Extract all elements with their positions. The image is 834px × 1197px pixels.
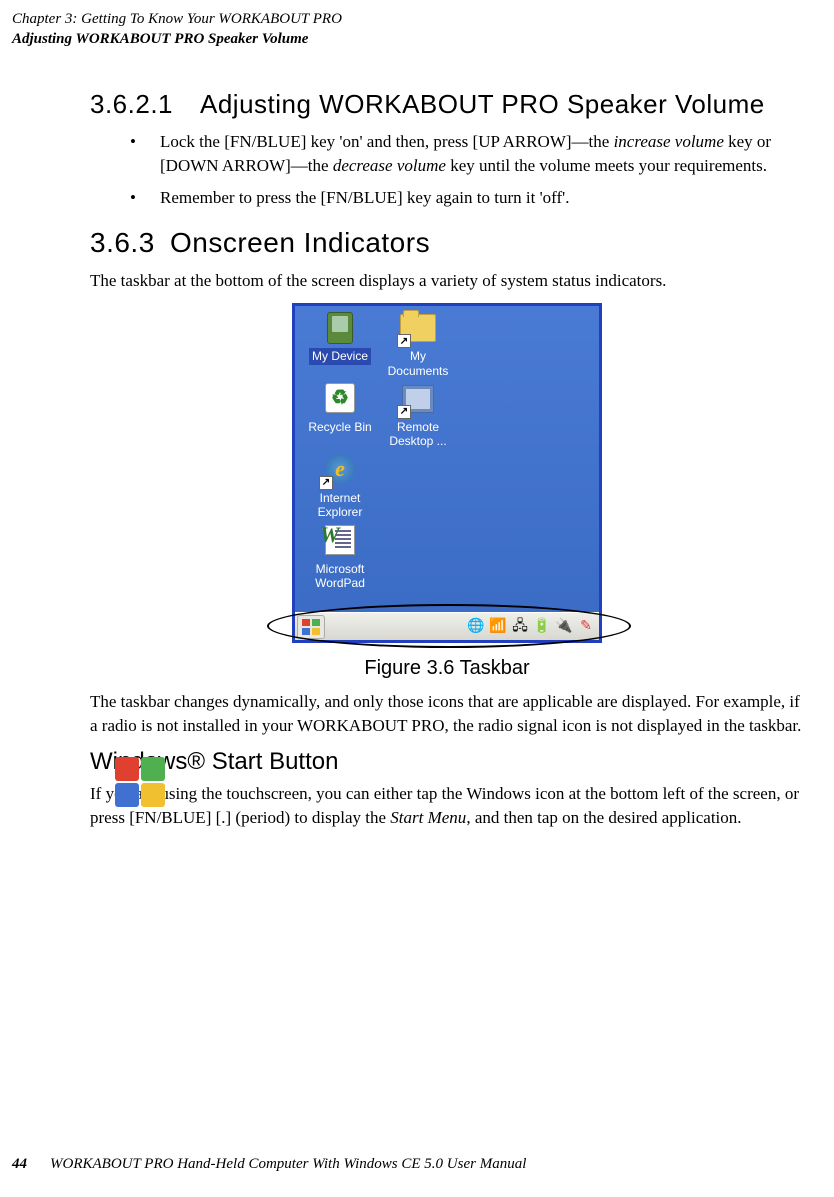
- bullet-item: • Remember to press the [FN/BLUE] key ag…: [130, 186, 804, 210]
- intro-paragraph: The taskbar at the bottom of the screen …: [90, 269, 804, 293]
- windows-flag-icon: [302, 619, 320, 635]
- page-header: Chapter 3: Getting To Know Your WORKABOU…: [0, 0, 834, 49]
- content-body: 3.6.2.1Adjusting WORKABOUT PRO Speaker V…: [0, 49, 834, 829]
- tray-radio-icon[interactable]: 📶: [489, 618, 507, 636]
- tray-plug-icon[interactable]: 🔌: [555, 618, 573, 636]
- footer-text: WORKABOUT PRO Hand-Held Computer With Wi…: [50, 1156, 526, 1172]
- icon-label: InternetExplorer: [315, 490, 366, 521]
- windows-start-paragraph: If you are using the touchscreen, you ca…: [90, 782, 804, 830]
- bullet-marker: •: [130, 186, 160, 210]
- bullet-text: Remember to press the [FN/BLUE] key agai…: [160, 186, 804, 210]
- screenshot-windows-ce-desktop: My Device ↗ MyDocuments ♻ Recycle Bin ↗ …: [292, 303, 602, 643]
- tray-sip-icon[interactable]: ✎: [577, 618, 595, 636]
- section-title-header: Adjusting WORKABOUT PRO Speaker Volume: [12, 30, 834, 50]
- recycle-icon: ♻: [325, 383, 355, 413]
- shortcut-overlay-icon: ↗: [397, 405, 411, 419]
- desktop-icon-microsoft-wordpad[interactable]: W MicrosoftWordPad: [301, 525, 379, 592]
- heading-text: Adjusting WORKABOUT PRO Speaker Volume: [200, 89, 765, 119]
- windows-logo-margin-icon: [114, 756, 166, 808]
- heading-36-3: 3.6.3Onscreen Indicators: [90, 227, 804, 259]
- bullet-item: • Lock the [FN/BLUE] key 'on' and then, …: [130, 130, 804, 178]
- tray-network-icon[interactable]: 🖧: [511, 618, 529, 636]
- heading-36-2-1: 3.6.2.1Adjusting WORKABOUT PRO Speaker V…: [90, 89, 804, 120]
- desktop-icon-remote-desktop[interactable]: ↗ RemoteDesktop ...: [379, 383, 457, 450]
- page-number: 44: [12, 1156, 50, 1173]
- post-figure-paragraph: The taskbar changes dynamically, and onl…: [90, 690, 804, 738]
- desktop-icons: My Device ↗ MyDocuments ♻ Recycle Bin ↗ …: [301, 312, 457, 595]
- wordpad-icon: W: [325, 525, 355, 555]
- tray-globe-icon[interactable]: 🌐: [467, 618, 485, 636]
- shortcut-overlay-icon: ↗: [397, 334, 411, 348]
- chapter-title: Chapter 3: Getting To Know Your WORKABOU…: [12, 10, 834, 30]
- subheading-windows-start: Windows® Start Button: [90, 748, 804, 776]
- bullet-text: Lock the [FN/BLUE] key 'on' and then, pr…: [160, 130, 804, 178]
- start-button[interactable]: [297, 615, 325, 639]
- icon-label: MyDocuments: [385, 348, 452, 379]
- page-footer: 44WORKABOUT PRO Hand-Held Computer With …: [12, 1156, 526, 1173]
- desktop-icon-internet-explorer[interactable]: e↗ InternetExplorer: [301, 454, 379, 521]
- screenshot-container: My Device ↗ MyDocuments ♻ Recycle Bin ↗ …: [90, 303, 804, 643]
- bullet-marker: •: [130, 130, 160, 178]
- icon-label: Recycle Bin: [305, 419, 374, 435]
- icon-label: MicrosoftWordPad: [312, 561, 368, 592]
- desktop-icon-my-device[interactable]: My Device: [301, 312, 379, 379]
- figure-caption: Figure 3.6 Taskbar: [90, 657, 804, 680]
- icon-label: My Device: [309, 348, 371, 364]
- pda-icon: [327, 312, 353, 344]
- system-tray: 🌐 📶 🖧 🔋 🔌 ✎: [467, 618, 597, 636]
- desktop-icon-recycle-bin[interactable]: ♻ Recycle Bin: [301, 383, 379, 450]
- heading-number: 3.6.3: [90, 227, 170, 259]
- icon-label: RemoteDesktop ...: [386, 419, 449, 450]
- shortcut-overlay-icon: ↗: [319, 476, 333, 490]
- heading-number: 3.6.2.1: [90, 89, 200, 120]
- heading-text: Onscreen Indicators: [170, 227, 430, 258]
- taskbar: 🌐 📶 🖧 🔋 🔌 ✎: [295, 612, 599, 640]
- tray-battery-icon[interactable]: 🔋: [533, 618, 551, 636]
- desktop-icon-my-documents[interactable]: ↗ MyDocuments: [379, 312, 457, 379]
